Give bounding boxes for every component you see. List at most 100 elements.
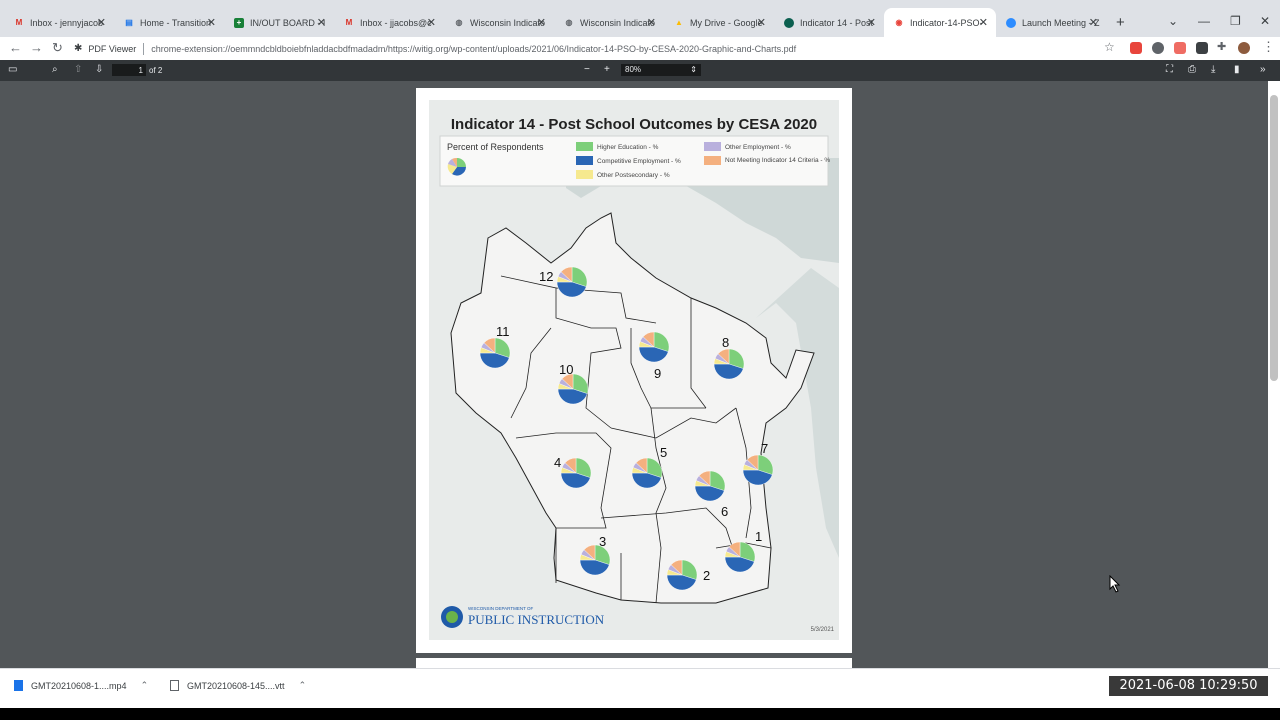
tab-launch-meeting-zoom[interactable]: Launch Meeting - Z ✕ [996,8,1106,37]
legend-label-not-meeting: Not Meeting Indicator 14 Criteria - % [725,157,830,164]
legend-swatch-competitive-employment [576,156,593,165]
url-text[interactable]: chrome-extension://oemmndcbldboiebfnladd… [151,44,796,54]
cesa-label: 3 [599,534,606,549]
extension-icon-2[interactable] [1152,42,1164,54]
menu-kebab-icon[interactable]: ⋮ [1262,40,1275,54]
cesa-label: 1 [755,529,762,544]
close-icon[interactable]: ✕ [1089,16,1098,29]
extension-icon-3[interactable] [1174,42,1186,54]
extension-puzzle-icon: ✱ [74,43,83,54]
mouse-cursor-icon [1109,575,1121,593]
drive-icon: ▲ [675,18,683,27]
previous-page-icon[interactable]: ⇧ [74,64,82,76]
tab-indicator-14-post[interactable]: Indicator 14 - Post ✕ [774,8,884,37]
legend-label-higher-education: Higher Education - % [597,144,659,151]
zoom-value: 80% [625,65,642,74]
downloads-bar: GMT20210608-1....mp4 ⌃ GMT20210608-145..… [0,668,1280,709]
cesa-label: 10 [559,362,573,377]
cesa-label: 2 [703,568,710,583]
cesa-label: 7 [761,441,768,456]
extensions-puzzle-icon[interactable]: ✚ [1217,40,1226,54]
cesa-map-graphic: Indicator 14 - Post School Outcomes by C… [429,100,839,640]
close-icon[interactable]: ✕ [97,16,106,29]
restore-button[interactable]: ❐ [1230,14,1241,28]
tab-in-out-board[interactable]: + IN/OUT BOARD - I ✕ [224,8,334,37]
cesa-label: 4 [554,455,561,470]
download-item-vtt[interactable]: GMT20210608-145....vtt ⌃ [170,680,306,691]
tab-indicator-14-pso-pdf[interactable]: ◉ Indicator-14-PSO- ✕ [884,8,996,37]
forward-button[interactable]: → [30,41,43,55]
file-icon [170,680,179,691]
video-timestamp-overlay: 2021-06-08 10:29:50 [1109,676,1268,696]
close-icon[interactable]: ✕ [427,16,436,29]
zoom-out-button[interactable]: − [584,64,590,76]
tab-wisconsin-indicator-2[interactable]: ◍ Wisconsin Indicato ✕ [554,8,664,37]
cesa-label: 6 [721,504,728,519]
chevron-up-icon[interactable]: ⌃ [299,680,307,691]
extension-icon-1[interactable] [1130,42,1142,54]
bookmark-icon[interactable]: ▮ [1234,64,1240,76]
tab-my-drive[interactable]: ▲ My Drive - Google ✕ [664,8,774,37]
page-number-input[interactable] [112,64,146,76]
site-icon [784,17,794,28]
bookmark-star-icon[interactable]: ☆ [1104,40,1115,54]
tab-search-icon[interactable]: ⌄ [1168,14,1178,28]
close-icon[interactable]: ✕ [537,16,546,29]
close-icon[interactable]: ✕ [757,16,766,29]
tab-home-transition[interactable]: ▤ Home - Transition ✕ [114,8,224,37]
close-icon[interactable]: ✕ [317,16,326,29]
back-button[interactable]: ← [9,41,22,55]
reload-button[interactable]: ↻ [52,41,63,55]
pdf-toolbar: ▭ ⌕ ⇧ ⇩ of 2 − + 80% ⇕ ⛶ ⎙ ⤓ ▮ » [0,60,1280,81]
download-item-mp4[interactable]: GMT20210608-1....mp4 ⌃ [14,680,148,691]
file-icon [14,680,23,691]
next-page-icon[interactable]: ⇩ [95,64,103,76]
gmail-icon: M [15,18,23,27]
print-icon[interactable]: ⎙ [1188,64,1196,76]
more-actions-icon[interactable]: » [1260,64,1266,76]
page-total: of 2 [149,66,163,75]
globe-icon: ◍ [565,18,573,27]
extension-icon-4[interactable] [1196,42,1208,54]
close-icon[interactable]: ✕ [647,16,656,29]
window-close-button[interactable]: ✕ [1260,14,1270,28]
cesa-label: 12 [539,269,553,284]
scrollbar-thumb[interactable] [1270,95,1278,381]
cesa-label: 11 [496,324,510,339]
document-date: 5/3/2021 [811,627,835,633]
sidebar-toggle-icon[interactable]: ▭ [8,64,17,76]
cesa-label: 5 [660,445,667,460]
document-title: Indicator 14 - Post School Outcomes by C… [451,116,817,133]
pdf-viewer-label: PDF Viewer [88,43,137,54]
zoom-select[interactable]: 80% ⇕ [621,64,701,76]
tab-inbox-jjacobs[interactable]: M Inbox - jjacobs@c ✕ [334,8,444,37]
fit-page-icon[interactable]: ⛶ [1166,64,1173,76]
close-icon[interactable]: ✕ [979,16,988,29]
legend-swatch-other-employment [704,142,721,151]
download-icon[interactable]: ⤓ [1211,64,1215,76]
chevron-up-icon[interactable]: ⌃ [141,680,149,691]
omnibox-divider [143,42,145,55]
close-icon[interactable]: ✕ [207,16,216,29]
document-icon: ▤ [125,18,133,27]
legend-swatch-other-postsecondary [576,170,593,179]
updown-icon: ⇕ [690,65,697,74]
tab-wisconsin-indicator-1[interactable]: ◍ Wisconsin Indicato ✕ [444,8,554,37]
minimize-button[interactable]: — [1198,14,1210,28]
profile-avatar[interactable] [1238,42,1250,54]
search-icon[interactable]: ⌕ [52,64,58,76]
download-filename: GMT20210608-145....vtt [187,680,285,691]
tab-inbox-jennyjacob[interactable]: M Inbox - jennyjacob ✕ [4,8,114,37]
pdf-viewer[interactable]: Indicator 14 - Post School Outcomes by C… [0,81,1280,668]
pdf-page-2 [416,658,852,668]
omnibox[interactable]: ✱ PDF Viewer chrome-extension://oemmndcb… [74,39,1124,58]
bottom-band [0,708,1280,720]
close-icon[interactable]: ✕ [867,16,876,29]
sheets-icon: + [234,17,244,28]
tab-strip: M Inbox - jennyjacob ✕ ▤ Home - Transiti… [0,0,1280,37]
legend-label-competitive-employment: Competitive Employment - % [597,158,681,165]
scrollbar[interactable] [1268,81,1280,668]
globe-icon: ◍ [455,18,463,27]
zoom-in-button[interactable]: + [604,64,610,76]
new-tab-button[interactable]: + [1116,14,1125,31]
